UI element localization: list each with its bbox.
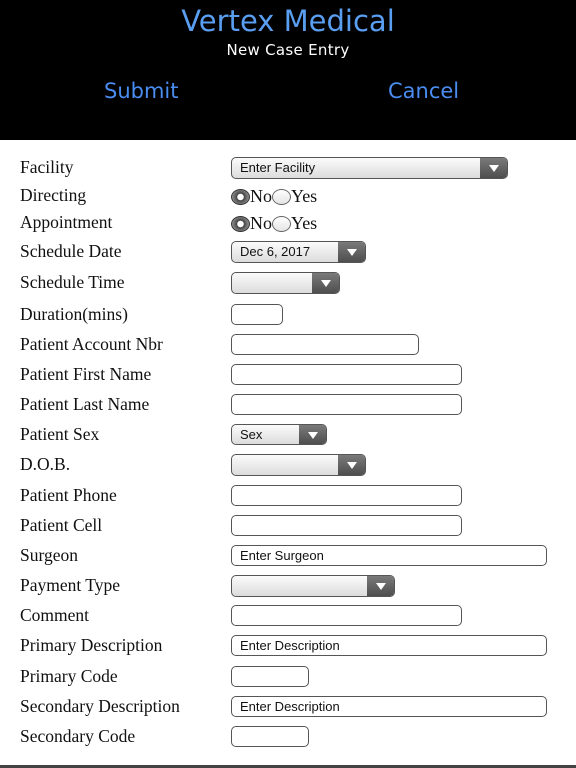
payment-type-label: Payment Type [20,575,121,595]
appointment-label: Appointment [20,212,113,232]
directing-radio-yes[interactable] [272,188,291,205]
chevron-down-icon [338,242,365,262]
phone-input[interactable] [231,485,462,506]
directing-radio-no[interactable] [231,188,250,205]
phone-label: Patient Phone [20,485,117,505]
dob-label: D.O.B. [20,454,71,474]
primary-description-input[interactable]: Enter Description [231,635,547,656]
appointment-radio-group: No Yes [231,213,317,234]
chevron-down-icon [312,273,339,293]
dob-select[interactable] [231,454,366,476]
secondary-code-input[interactable] [231,726,309,747]
chevron-down-icon [338,455,365,475]
directing-option-no: No [250,186,272,206]
comment-label: Comment [20,605,90,625]
page-subtitle: New Case Entry [226,41,350,59]
schedule-time-select[interactable] [231,272,340,294]
last-name-input[interactable] [231,394,462,415]
first-name-input[interactable] [231,364,462,385]
directing-radio-group: No Yes [231,186,317,207]
directing-label: Directing [20,185,87,205]
chevron-down-icon [367,576,394,596]
primary-code-input[interactable] [231,666,309,687]
facility-value: Enter Facility [240,160,316,175]
comment-input[interactable] [231,605,462,626]
facility-label: Facility [20,157,74,177]
payment-type-select[interactable] [231,575,395,597]
cell-label: Patient Cell [20,515,103,535]
schedule-date-label: Schedule Date [20,241,122,261]
primary-code-label: Primary Code [20,666,118,686]
first-name-label: Patient First Name [20,364,152,384]
account-nbr-input[interactable] [231,334,419,355]
secondary-description-input[interactable]: Enter Description [231,696,547,717]
sex-select[interactable]: Sex [231,424,327,445]
chevron-down-icon [480,158,507,178]
chevron-down-icon [299,425,326,444]
appointment-option-no: No [250,213,272,233]
directing-option-yes: Yes [291,186,318,206]
cell-input[interactable] [231,515,462,536]
schedule-date-value: Dec 6, 2017 [240,244,311,259]
secondary-description-label: Secondary Description [20,696,180,716]
sex-label: Patient Sex [20,424,100,444]
sex-value: Sex [240,427,263,442]
last-name-label: Patient Last Name [20,394,150,414]
duration-label: Duration(mins) [20,304,128,324]
submit-button[interactable]: Submit [104,79,179,103]
appointment-radio-yes[interactable] [272,215,291,232]
cancel-button[interactable]: Cancel [388,79,459,103]
schedule-time-label: Schedule Time [20,272,125,292]
schedule-date-select[interactable]: Dec 6, 2017 [231,241,366,263]
duration-input[interactable] [231,304,283,325]
surgeon-label: Surgeon [20,545,79,565]
surgeon-input[interactable]: Enter Surgeon [231,545,547,566]
header: Vertex Medical New Case Entry Submit Can… [0,0,576,140]
facility-select[interactable]: Enter Facility [231,157,508,179]
app-title: Vertex Medical [181,4,395,38]
appointment-radio-no[interactable] [231,215,250,232]
primary-description-label: Primary Description [20,635,163,655]
appointment-option-yes: Yes [291,213,318,233]
secondary-code-label: Secondary Code [20,726,136,746]
account-nbr-label: Patient Account Nbr [20,334,163,354]
